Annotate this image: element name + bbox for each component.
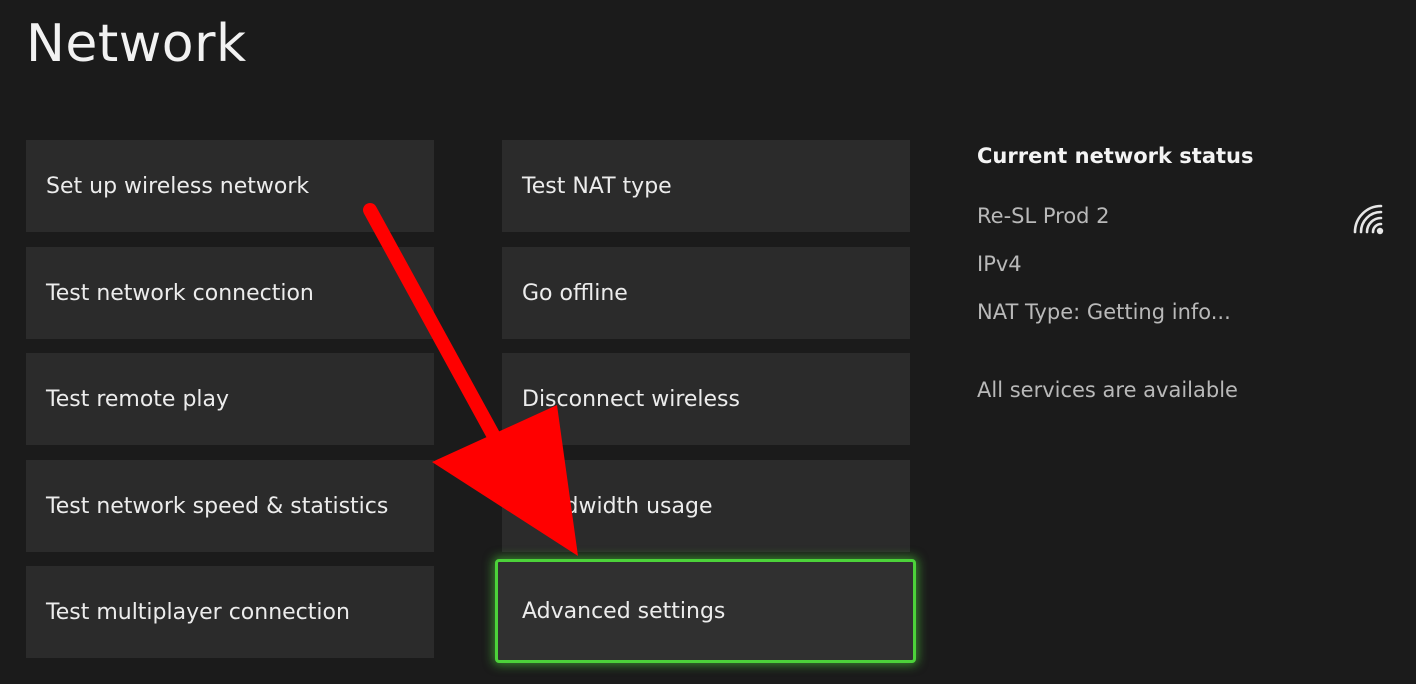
network-name: Re-SL Prod 2 [977, 204, 1110, 228]
test-network-speed-button[interactable]: Test network speed & statistics [26, 460, 434, 552]
wifi-signal-icon [1353, 204, 1384, 235]
test-nat-type-button[interactable]: Test NAT type [502, 140, 910, 232]
nat-type-status: NAT Type: Getting info... [977, 300, 1231, 324]
tile-label: Advanced settings [522, 598, 726, 624]
ip-version: IPv4 [977, 252, 1022, 276]
tile-label: Disconnect wireless [522, 386, 740, 412]
tile-label: Set up wireless network [46, 173, 310, 199]
page-title: Network [26, 14, 247, 74]
tile-label: Test network connection [46, 280, 314, 306]
tile-label: Test network speed & statistics [46, 493, 389, 519]
disconnect-wireless-button[interactable]: Disconnect wireless [502, 353, 910, 445]
go-offline-button[interactable]: Go offline [502, 247, 910, 339]
test-remote-play-button[interactable]: Test remote play [26, 353, 434, 445]
network-status-panel: Current network status Re-SL Prod 2 IPv4… [977, 140, 1387, 402]
test-multiplayer-connection-button[interactable]: Test multiplayer connection [26, 566, 434, 658]
status-heading: Current network status [977, 144, 1254, 168]
bandwidth-usage-button[interactable]: Bandwidth usage [502, 460, 910, 552]
tile-label: Bandwidth usage [522, 493, 713, 519]
test-network-connection-button[interactable]: Test network connection [26, 247, 434, 339]
tile-label: Test multiplayer connection [46, 599, 350, 625]
network-settings-page: Network Set up wireless network Test net… [0, 0, 1416, 684]
advanced-settings-button[interactable]: Advanced settings [495, 559, 916, 663]
tile-label: Test NAT type [522, 173, 672, 199]
tile-label: Test remote play [46, 386, 230, 412]
services-status: All services are available [977, 378, 1238, 402]
set-up-wireless-network-button[interactable]: Set up wireless network [26, 140, 434, 232]
tile-label: Go offline [522, 280, 628, 306]
